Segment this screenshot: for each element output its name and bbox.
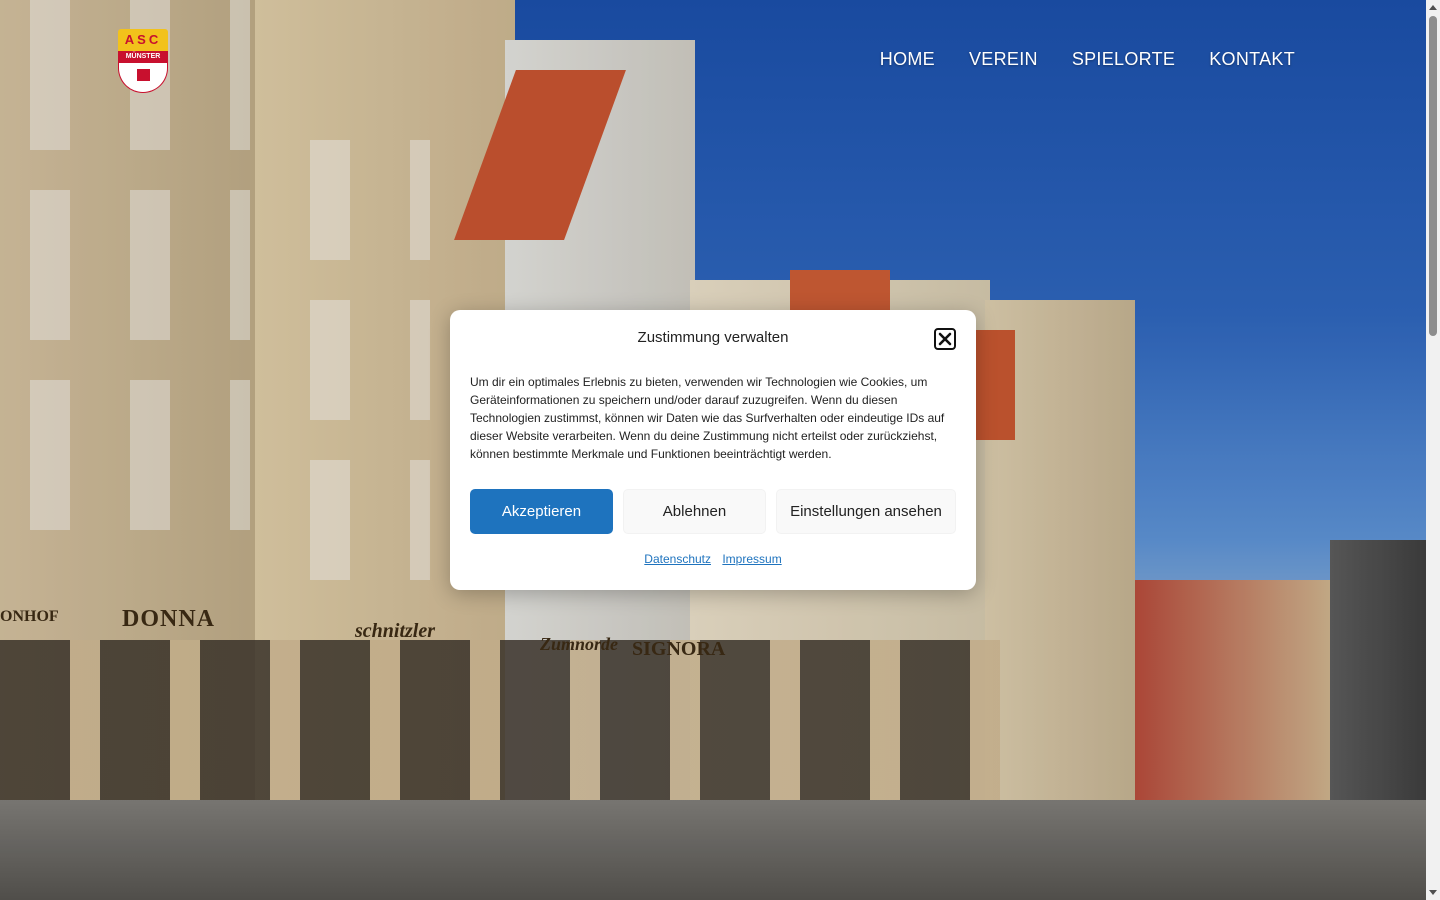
consent-text: Um dir ein optimales Erlebnis zu bieten,…	[470, 375, 945, 461]
deny-button[interactable]: Ablehnen	[623, 489, 766, 534]
consent-title: Zustimmung verwalten	[637, 329, 789, 346]
view-settings-button[interactable]: Einstellungen ansehen	[776, 489, 956, 534]
consent-links: Datenschutz Impressum	[450, 552, 976, 566]
logo-top-text: ASC	[118, 29, 168, 51]
close-button[interactable]	[934, 328, 956, 350]
main-nav: HOME VEREIN SPIELORTE KONTAKT	[880, 49, 1295, 70]
nav-kontakt[interactable]: KONTAKT	[1209, 49, 1295, 70]
page-scrollbar[interactable]	[1426, 0, 1440, 900]
nav-verein[interactable]: VEREIN	[969, 49, 1038, 70]
scrollbar-thumb[interactable]	[1429, 16, 1437, 336]
logo-crest-icon	[118, 63, 168, 93]
nav-home[interactable]: HOME	[880, 49, 935, 70]
logo-sub-text: MÜNSTER	[118, 51, 168, 63]
scroll-down-icon[interactable]	[1429, 890, 1437, 895]
scroll-up-icon[interactable]	[1429, 5, 1437, 10]
site-logo[interactable]: ASC MÜNSTER	[118, 29, 168, 93]
accept-button[interactable]: Akzeptieren	[470, 489, 613, 534]
consent-dialog: Zustimmung verwalten Um dir ein optimale…	[450, 310, 976, 590]
close-icon	[938, 332, 952, 346]
imprint-link[interactable]: Impressum	[722, 552, 781, 566]
nav-spielorte[interactable]: SPIELORTE	[1072, 49, 1175, 70]
privacy-link[interactable]: Datenschutz	[644, 552, 711, 566]
